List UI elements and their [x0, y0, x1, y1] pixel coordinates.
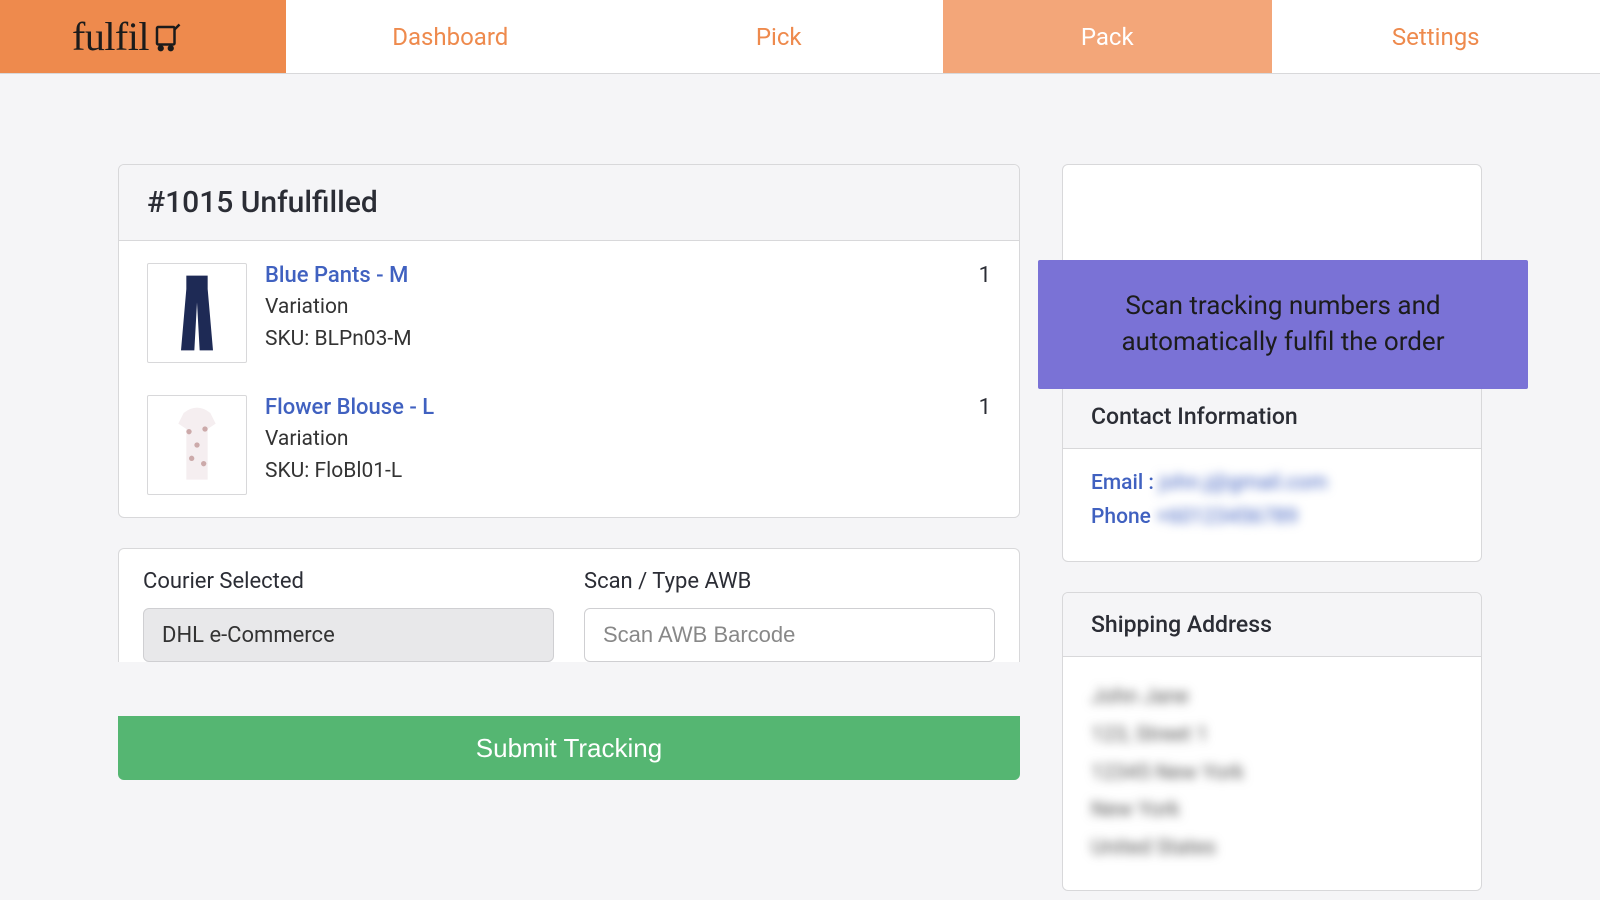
item-qty: 1: [941, 395, 991, 420]
ship-line: United States: [1091, 830, 1216, 868]
item-qty: 1: [941, 263, 991, 288]
feature-tooltip: Scan tracking numbers and automatically …: [1038, 260, 1528, 389]
nav-settings[interactable]: Settings: [1272, 0, 1600, 73]
email-label: Email :: [1091, 471, 1154, 495]
item-sku: SKU: BLPn03-M: [265, 324, 941, 356]
brand-logo[interactable]: fulfil: [72, 13, 182, 60]
page: #1015 Unfulfilled Blue Pants - M Variati…: [0, 74, 1600, 891]
phone-label: Phone: [1091, 505, 1151, 529]
nav-label: Pick: [756, 23, 802, 51]
nav-label: Dashboard: [392, 23, 508, 51]
ship-line: 12345 New York: [1091, 755, 1244, 793]
ship-line: 123, Street 1: [1091, 717, 1208, 755]
contact-phone-row: Phone +60123456789: [1091, 505, 1453, 529]
logo-cell: fulfil: [0, 0, 286, 73]
line-item: Flower Blouse - L Variation SKU: FloBl01…: [119, 385, 1019, 517]
form-row: Courier Selected DHL e-Commerce Scan / T…: [143, 569, 995, 662]
blouse-icon: [167, 405, 227, 485]
courier-value: DHL e-Commerce: [162, 623, 335, 648]
shipping-body: John Jane 123, Street 1 12345 New York N…: [1063, 657, 1481, 890]
left-column: #1015 Unfulfilled Blue Pants - M Variati…: [118, 164, 1020, 891]
order-card: #1015 Unfulfilled Blue Pants - M Variati…: [118, 164, 1020, 518]
awb-label: Scan / Type AWB: [584, 569, 995, 594]
nav-label: Settings: [1392, 23, 1480, 51]
item-title-link[interactable]: Blue Pants - M: [265, 263, 941, 288]
product-thumb[interactable]: [147, 263, 247, 363]
courier-group: Courier Selected DHL e-Commerce: [143, 569, 554, 662]
awb-input[interactable]: [584, 608, 995, 662]
cart-icon: [152, 22, 182, 52]
item-title-link[interactable]: Flower Blouse - L: [265, 395, 941, 420]
awb-group: Scan / Type AWB: [584, 569, 995, 662]
contact-card: Contact Information Email : john.j@gmail…: [1062, 384, 1482, 562]
item-sku: SKU: FloBl01-L: [265, 456, 941, 488]
nav-label: Pack: [1081, 23, 1134, 51]
ship-line: New York: [1091, 792, 1180, 830]
line-item: Blue Pants - M Variation SKU: BLPn03-M 1: [119, 241, 1019, 385]
contact-body: Email : john.j@gmail.com Phone +60123456…: [1063, 449, 1481, 561]
tracking-form-card: Courier Selected DHL e-Commerce Scan / T…: [118, 548, 1020, 662]
item-info: Blue Pants - M Variation SKU: BLPn03-M: [265, 263, 941, 355]
item-info: Flower Blouse - L Variation SKU: FloBl01…: [265, 395, 941, 487]
email-value[interactable]: john.j@gmail.com: [1159, 471, 1327, 495]
nav-dashboard[interactable]: Dashboard: [286, 0, 615, 73]
shipping-card: Shipping Address John Jane 123, Street 1…: [1062, 592, 1482, 891]
nav-pick[interactable]: Pick: [615, 0, 944, 73]
brand-text: fulfil: [72, 13, 149, 60]
item-variation: Variation: [265, 292, 941, 324]
ship-line: John Jane: [1091, 679, 1189, 717]
contact-header: Contact Information: [1063, 385, 1481, 449]
product-thumb[interactable]: [147, 395, 247, 495]
order-header: #1015 Unfulfilled: [119, 165, 1019, 241]
phone-value: +60123456789: [1156, 505, 1298, 529]
pants-icon: [167, 273, 227, 353]
item-variation: Variation: [265, 424, 941, 456]
nav-pack[interactable]: Pack: [943, 0, 1272, 73]
top-nav: fulfil Dashboard Pick Pack Settings: [0, 0, 1600, 74]
submit-tracking-button[interactable]: Submit Tracking: [118, 716, 1020, 780]
courier-select[interactable]: DHL e-Commerce: [143, 608, 554, 662]
shipping-header: Shipping Address: [1063, 593, 1481, 657]
courier-label: Courier Selected: [143, 569, 554, 594]
contact-email-row: Email : john.j@gmail.com: [1091, 471, 1453, 495]
